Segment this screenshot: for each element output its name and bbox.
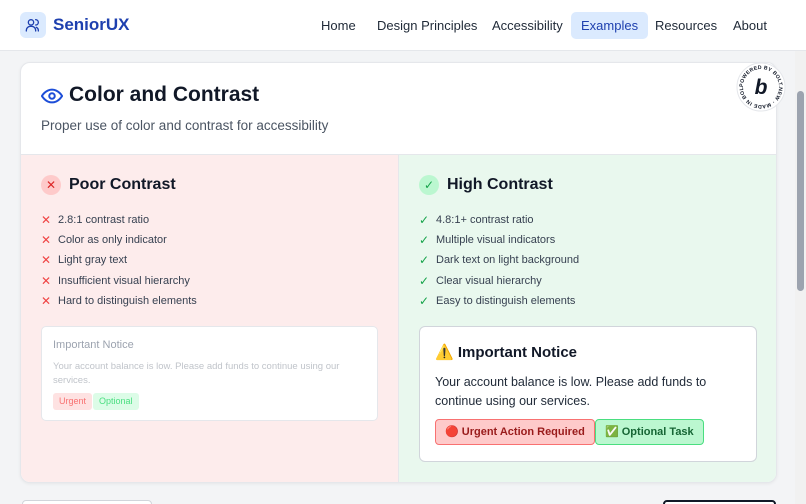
high-notice-title: ⚠️ Important Notice xyxy=(435,344,578,361)
high-contrast-panel: ✓ High Contrast ✓ 4.8:1+ contrast ratio ✓… xyxy=(399,154,776,482)
list-item: ✕ 2.8:1 contrast ratio xyxy=(41,210,197,230)
high-optional-badge: ✅ Optional Task xyxy=(595,419,704,445)
bolt-logo-letter: b xyxy=(755,76,768,99)
nav-about[interactable]: About xyxy=(723,12,777,39)
list-item: ✓ Clear visual hierarchy xyxy=(419,271,579,291)
check-icon: ✓ xyxy=(419,213,430,228)
list-item-label: Clear visual hierarchy xyxy=(436,274,542,287)
list-item: ✕ Color as only indicator xyxy=(41,230,197,250)
high-urgent-badge: 🔴 Urgent Action Required xyxy=(435,419,595,445)
list-item: ✓ Multiple visual indicators xyxy=(419,230,579,250)
list-item-label: 4.8:1+ contrast ratio xyxy=(436,214,534,227)
list-item-label: Dark text on light background xyxy=(436,254,580,267)
color-contrast-card: Color and Contrast Proper use of color a… xyxy=(20,62,777,483)
check-circle-icon: ✓ xyxy=(419,175,439,195)
list-item-label: Light gray text xyxy=(58,254,128,267)
list-item: ✓ Dark text on light background xyxy=(419,250,579,270)
list-item-label: Multiple visual indicators xyxy=(436,234,556,247)
main-nav: Home Design Principles Accessibility Exa… xyxy=(0,12,806,39)
card-title: Color and Contrast xyxy=(69,83,260,106)
list-item: ✕ Hard to distinguish elements xyxy=(41,291,197,311)
list-item: ✕ Light gray text xyxy=(41,250,197,270)
high-contrast-list: ✓ 4.8:1+ contrast ratio ✓ Multiple visual … xyxy=(419,210,579,311)
list-item: ✓ Easy to distinguish elements xyxy=(419,291,579,311)
nav-home[interactable]: Home xyxy=(311,12,366,39)
top-nav-bar: SeniorUX Home Design Principles Accessib… xyxy=(0,0,806,51)
x-icon: ✕ xyxy=(41,293,52,308)
scrollbar-thumb[interactable] xyxy=(797,91,804,291)
poor-contrast-panel: ✕ Poor Contrast ✕ 2.8:1 contrast ratio ✕ C… xyxy=(21,154,399,482)
list-item-label: Insufficient visual hierarchy xyxy=(58,274,190,287)
list-item-label: 2.8:1 contrast ratio xyxy=(58,214,150,227)
list-item-label: Color as only indicator xyxy=(58,234,167,247)
check-icon: ✓ xyxy=(419,233,430,248)
bolt-badge[interactable]: POWERED BY BOLT.NEW · MADE IN BOLT.NEW ·… xyxy=(733,58,786,112)
check-icon: ✓ xyxy=(419,253,430,268)
nav-design-principles[interactable]: Design Principles xyxy=(367,12,487,39)
poor-notice-example: Important Notice Your account balance is… xyxy=(41,326,378,421)
list-item: ✕ Insufficient visual hierarchy xyxy=(41,271,197,291)
poor-optional-badge: Optional xyxy=(93,393,139,410)
poor-contrast-title: Poor Contrast xyxy=(69,176,176,193)
next-card-left-edge xyxy=(22,500,152,504)
nav-resources[interactable]: Resources xyxy=(645,12,727,39)
poor-contrast-list: ✕ 2.8:1 contrast ratio ✕ Color as only ind… xyxy=(41,210,197,311)
card-subtitle: Proper use of color and contrast for acc… xyxy=(41,118,329,133)
x-circle-icon: ✕ xyxy=(41,175,61,195)
x-icon: ✕ xyxy=(41,253,52,268)
list-item: ✓ 4.8:1+ contrast ratio xyxy=(419,210,579,230)
poor-urgent-badge: Urgent xyxy=(53,393,93,410)
high-notice-body: Your account balance is low. Please add … xyxy=(435,375,707,408)
page-scrollbar[interactable] xyxy=(795,51,806,504)
high-contrast-title: High Contrast xyxy=(447,176,553,193)
check-icon: ✓ xyxy=(419,293,430,308)
high-notice-example: ⚠️ Important Notice Your account balance… xyxy=(419,326,757,462)
x-icon: ✕ xyxy=(41,213,52,228)
list-item-label: Hard to distinguish elements xyxy=(58,294,197,307)
check-icon: ✓ xyxy=(419,273,430,288)
list-item-label: Easy to distinguish elements xyxy=(436,294,576,307)
x-icon: ✕ xyxy=(41,233,52,248)
nav-accessibility[interactable]: Accessibility xyxy=(482,12,573,39)
x-icon: ✕ xyxy=(41,273,52,288)
eye-icon xyxy=(41,88,63,104)
poor-notice-body: Your account balance is low. Please add … xyxy=(53,361,340,386)
poor-notice-title: Important Notice xyxy=(53,339,134,351)
nav-examples[interactable]: Examples xyxy=(571,12,649,39)
next-button-edge[interactable] xyxy=(663,500,776,504)
